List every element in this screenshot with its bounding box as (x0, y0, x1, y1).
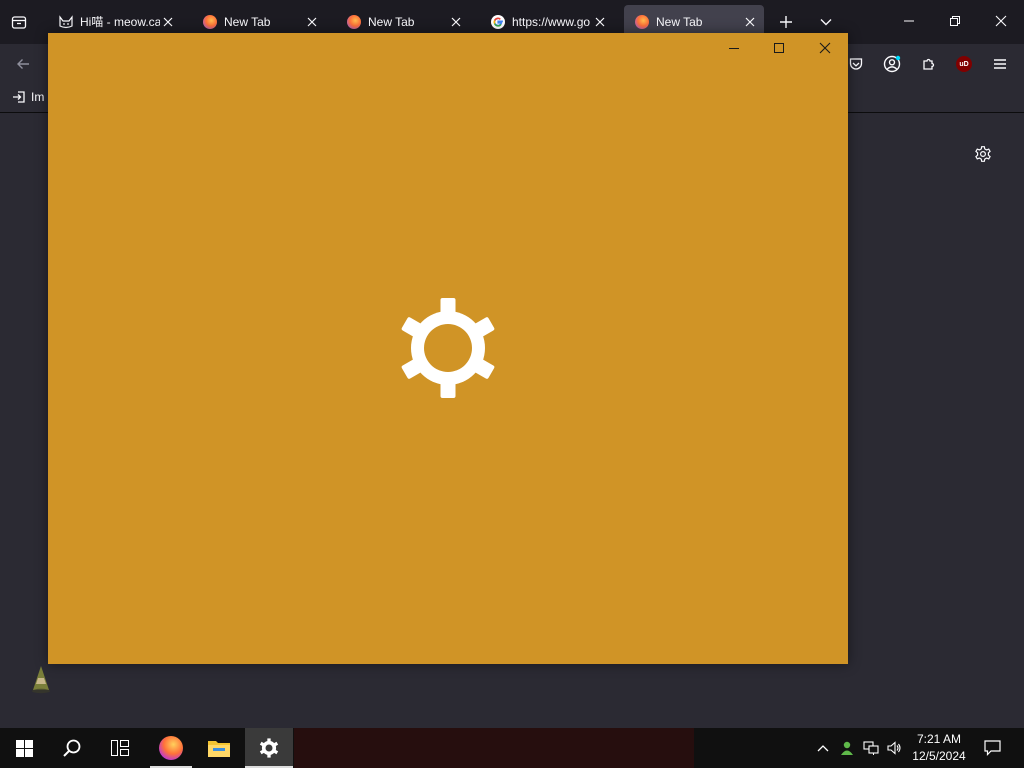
user-account-tray-icon[interactable] (836, 728, 858, 768)
tab-title: https://www.go (512, 14, 591, 29)
import-label: Im (31, 90, 45, 104)
clock-date: 12/5/2024 (912, 749, 966, 763)
newtab-settings-gear-icon[interactable] (972, 143, 994, 165)
file-explorer-icon (208, 741, 230, 757)
show-hidden-icons-chevron-icon[interactable] (812, 728, 834, 768)
close-tab-icon[interactable] (304, 14, 320, 30)
taskbar-file-explorer[interactable] (198, 728, 240, 768)
ublock-origin-icon[interactable]: uD (953, 53, 975, 75)
firefox-view-icon[interactable] (8, 11, 30, 33)
import-icon (13, 91, 25, 103)
start-button[interactable] (0, 728, 48, 768)
volume-icon[interactable] (883, 728, 905, 768)
taskbar-settings[interactable] (245, 728, 293, 768)
ublock-badge: uD (956, 56, 972, 72)
taskbar: 7:21 AM 12/5/2024 (0, 728, 1024, 768)
close-tab-icon[interactable] (160, 14, 176, 30)
desktop-pet-sprite[interactable] (30, 664, 52, 694)
notification-center-icon[interactable] (978, 728, 1006, 768)
cat-icon (58, 14, 74, 30)
browser-restore-icon[interactable] (942, 8, 968, 34)
close-tab-icon[interactable] (592, 14, 608, 30)
desktop-wallpaper-strip (294, 728, 694, 768)
import-bookmarks-button[interactable]: Im (12, 90, 44, 104)
tab-title: New Tab (656, 14, 703, 29)
clock[interactable]: 7:21 AM 12/5/2024 (908, 731, 970, 765)
new-tab-icon[interactable] (774, 11, 798, 33)
app-minimize-icon[interactable] (722, 36, 746, 60)
task-view-button[interactable] (96, 728, 144, 768)
hamburger-menu-icon[interactable] (989, 53, 1011, 75)
app-close-icon[interactable] (813, 36, 837, 60)
settings-icon (259, 738, 279, 758)
firefox-icon (634, 14, 650, 30)
search-button[interactable] (48, 728, 96, 768)
close-tab-icon[interactable] (742, 14, 758, 30)
clock-time: 7:21 AM (916, 732, 962, 746)
list-all-tabs-icon[interactable] (814, 11, 838, 33)
back-arrow-icon[interactable] (12, 53, 34, 75)
extensions-puzzle-icon[interactable] (918, 53, 940, 75)
settings-app-window (48, 33, 848, 664)
windows-logo-icon (15, 739, 33, 757)
tab-title: Hi喵 - meow.ca (80, 15, 160, 29)
gear-icon (398, 298, 498, 398)
firefox-icon (159, 736, 183, 760)
google-icon (490, 14, 506, 30)
search-icon (63, 739, 81, 757)
close-tab-icon[interactable] (448, 14, 464, 30)
account-icon[interactable] (881, 53, 903, 75)
pocket-icon[interactable] (845, 53, 867, 75)
firefox-icon (202, 14, 218, 30)
network-icon[interactable] (860, 728, 882, 768)
tab-title: New Tab (368, 14, 415, 29)
taskbar-firefox[interactable] (150, 728, 192, 768)
browser-close-icon[interactable] (988, 8, 1014, 34)
firefox-icon (346, 14, 362, 30)
task-view-icon (111, 740, 129, 756)
tab-title: New Tab (224, 14, 271, 29)
browser-minimize-icon[interactable] (896, 8, 922, 34)
app-maximize-icon[interactable] (767, 36, 791, 60)
